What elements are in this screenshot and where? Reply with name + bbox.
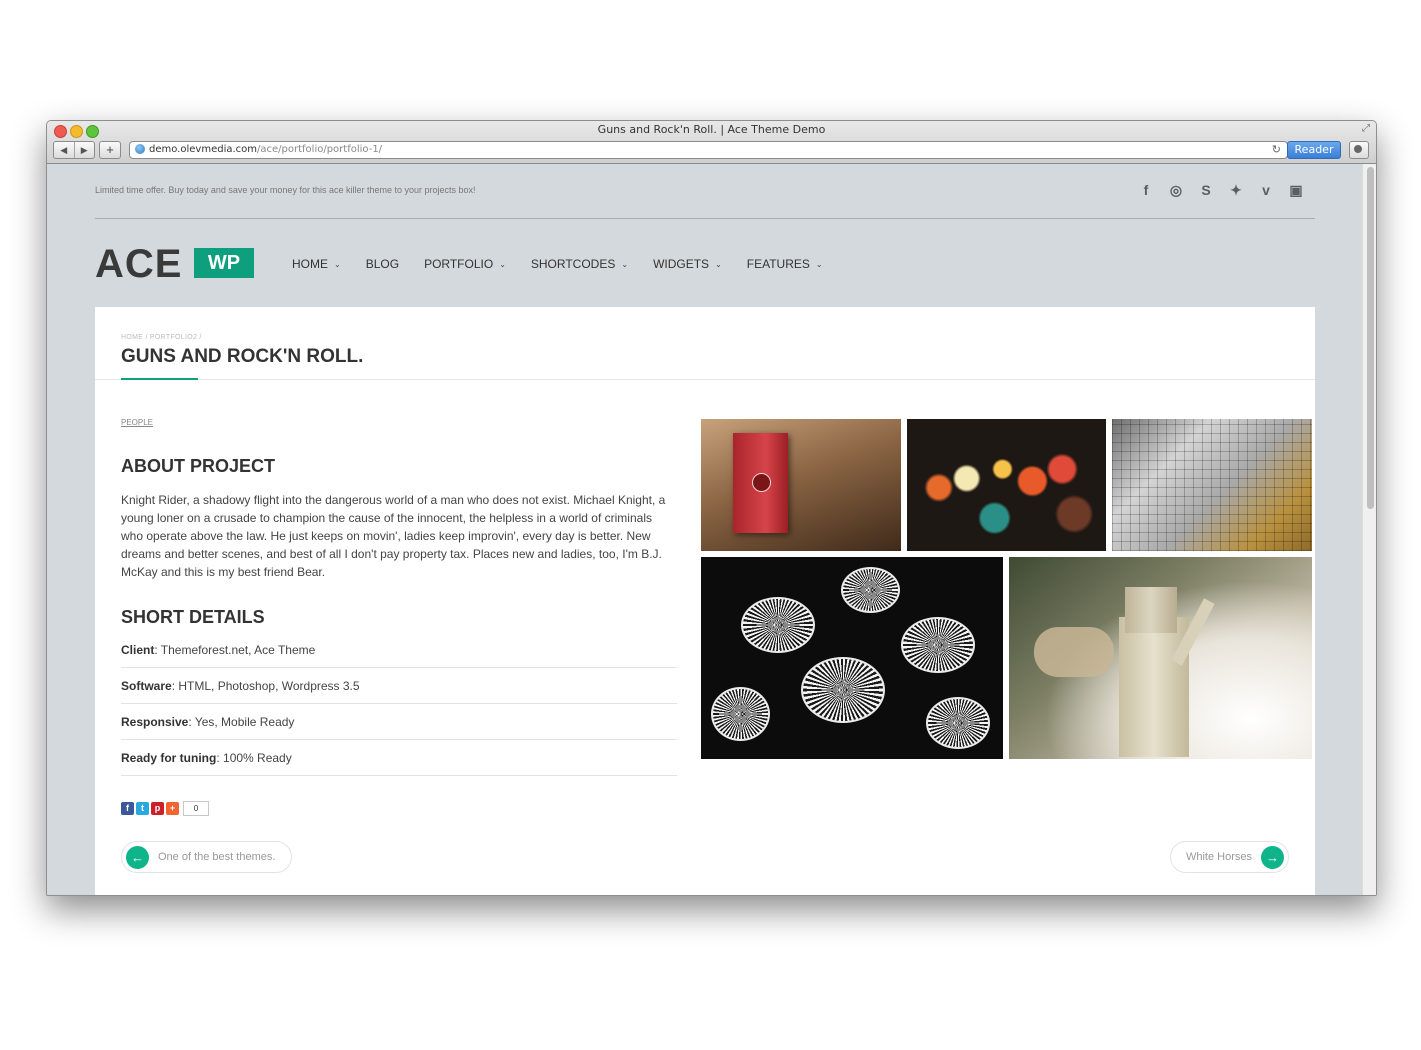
twitter-share-icon[interactable]: t bbox=[136, 802, 149, 815]
url-text: demo.olevmedia.com/ace/portfolio/portfol… bbox=[149, 143, 382, 157]
share-count: 0 bbox=[183, 801, 209, 816]
gallery-image-pixel-face[interactable] bbox=[1112, 419, 1312, 551]
gallery-image-bokeh[interactable] bbox=[907, 419, 1106, 551]
details-heading: SHORT DETAILS bbox=[121, 607, 265, 627]
main-content: HOME / PORTFOLIO2 / GUNS AND ROCK'N ROLL… bbox=[95, 307, 1315, 895]
downloads-icon[interactable] bbox=[1349, 141, 1369, 159]
address-bar[interactable]: demo.olevmedia.com/ace/portfolio/portfol… bbox=[129, 141, 1288, 159]
nav-label: BLOG bbox=[365, 257, 400, 271]
vertical-scrollbar[interactable] bbox=[1362, 164, 1376, 895]
flower-shape bbox=[926, 697, 990, 749]
youtube-icon[interactable]: ▣ bbox=[1287, 181, 1305, 199]
gallery-image-card-box[interactable] bbox=[701, 419, 901, 551]
detail-value: HTML, Photoshop, Wordpress 3.5 bbox=[178, 679, 360, 693]
project-gallery bbox=[701, 419, 1313, 759]
facebook-share-icon[interactable]: f bbox=[121, 802, 134, 815]
promo-text: Limited time offer. Buy today and save y… bbox=[95, 185, 476, 195]
arrow-left-icon: ← bbox=[126, 845, 149, 869]
flower-shape bbox=[741, 597, 815, 653]
nav-item-widgets[interactable]: WIDGETS ⌄ bbox=[653, 257, 722, 271]
nav-item-home[interactable]: HOME ⌄ bbox=[292, 257, 341, 271]
nav-item-blog[interactable]: BLOG bbox=[366, 257, 399, 271]
gallery-image-robot[interactable] bbox=[1009, 557, 1312, 759]
nav-label: HOME bbox=[292, 257, 328, 271]
globe-icon bbox=[135, 144, 145, 154]
dribbble-icon[interactable]: ◎ bbox=[1167, 181, 1185, 199]
category-tag-link[interactable]: PEOPLE bbox=[121, 418, 153, 427]
add-tab-button[interactable]: + bbox=[99, 141, 121, 159]
fullscreen-icon[interactable]: ⤢ bbox=[1362, 123, 1370, 134]
nav-label: WIDGETS bbox=[653, 257, 710, 271]
nav-item-features[interactable]: FEATURES ⌄ bbox=[747, 257, 823, 271]
detail-row-tuning: Ready for tuning: 100% Ready bbox=[121, 740, 677, 776]
url-path: /ace/portfolio/portfolio-1/ bbox=[257, 144, 383, 155]
detail-row-software: Software: HTML, Photoshop, Wordpress 3.5 bbox=[121, 668, 677, 704]
card-box-shape bbox=[733, 433, 788, 533]
flower-shape bbox=[711, 687, 770, 741]
detail-value: Themeforest.net, Ace Theme bbox=[160, 643, 316, 657]
flower-shape bbox=[841, 567, 900, 613]
history-buttons: ◀ ▶ bbox=[53, 141, 95, 159]
chevron-down-icon: ⌄ bbox=[499, 259, 506, 269]
detail-value: 100% Ready bbox=[223, 751, 292, 765]
site-logo[interactable]: ACE bbox=[95, 242, 182, 286]
flower-shape bbox=[801, 657, 885, 723]
detail-row-client: Client: Themeforest.net, Ace Theme bbox=[121, 632, 677, 668]
next-project-button[interactable]: White Horses → bbox=[1169, 841, 1289, 873]
main-nav: HOME ⌄ BLOG PORTFOLIO ⌄ SHORTCODES ⌄ WIDGET… bbox=[292, 257, 848, 271]
next-project-label: White Horses bbox=[1185, 851, 1252, 863]
url-host: demo.olevmedia.com bbox=[149, 144, 258, 155]
detail-value: Yes, Mobile Ready bbox=[194, 715, 295, 729]
back-button[interactable]: ◀ bbox=[54, 142, 74, 158]
share-buttons: f t p + 0 bbox=[121, 801, 209, 816]
logo-badge[interactable]: WP bbox=[194, 248, 254, 278]
nav-label: PORTFOLIO bbox=[424, 257, 494, 271]
detail-label: Ready for tuning bbox=[121, 751, 217, 765]
reload-icon[interactable]: ↻ bbox=[1272, 143, 1281, 157]
nav-item-shortcodes[interactable]: SHORTCODES ⌄ bbox=[531, 257, 628, 271]
page-viewport: Limited time offer. Buy today and save y… bbox=[47, 164, 1376, 895]
about-text: Knight Rider, a shadowy flight into the … bbox=[121, 493, 666, 579]
browser-window: Guns and Rock'n Roll. | Ace Theme Demo ⤢… bbox=[46, 120, 1377, 896]
prev-project-label: One of the best themes. bbox=[158, 851, 276, 863]
flower-shape bbox=[901, 617, 975, 673]
title-divider bbox=[95, 379, 1315, 380]
breadcrumb[interactable]: HOME / PORTFOLIO2 / bbox=[121, 334, 202, 341]
title-accent-line bbox=[121, 378, 198, 380]
scrollbar-thumb[interactable] bbox=[1367, 167, 1374, 509]
about-heading: ABOUT PROJECT bbox=[121, 456, 276, 476]
card-emblem bbox=[752, 473, 771, 492]
robot-shape bbox=[1125, 587, 1177, 633]
forward-button[interactable]: ▶ bbox=[73, 142, 95, 158]
reader-button[interactable]: Reader bbox=[1287, 141, 1341, 159]
topbar-divider bbox=[95, 218, 1315, 219]
vimeo-icon[interactable]: v bbox=[1257, 181, 1275, 199]
robot-shape bbox=[1034, 627, 1114, 677]
page-title: GUNS AND ROCK'N ROLL. bbox=[121, 346, 364, 367]
gallery-image-flowers[interactable] bbox=[701, 557, 1003, 759]
chevron-down-icon: ⌄ bbox=[815, 259, 823, 269]
skype-icon[interactable]: S bbox=[1197, 181, 1215, 199]
pinterest-share-icon[interactable]: p bbox=[151, 802, 164, 815]
detail-row-responsive: Responsive: Yes, Mobile Ready bbox=[121, 704, 677, 740]
browser-toolbar: Guns and Rock'n Roll. | Ace Theme Demo ⤢… bbox=[47, 121, 1376, 164]
detail-label: Client bbox=[121, 643, 155, 657]
nav-label: FEATURES bbox=[746, 257, 810, 271]
more-share-icon[interactable]: + bbox=[166, 802, 179, 815]
twitter-icon[interactable]: ✦ bbox=[1227, 181, 1245, 199]
chevron-down-icon: ⌄ bbox=[621, 259, 629, 269]
chevron-down-icon: ⌄ bbox=[334, 259, 341, 269]
arrow-right-icon: → bbox=[1261, 845, 1284, 869]
detail-label: Software bbox=[121, 679, 172, 693]
robot-shape bbox=[1119, 617, 1189, 757]
window-title: Guns and Rock'n Roll. | Ace Theme Demo bbox=[597, 123, 826, 136]
prev-project-button[interactable]: ← One of the best themes. bbox=[121, 841, 293, 873]
chevron-down-icon: ⌄ bbox=[715, 259, 722, 269]
nav-label: SHORTCODES bbox=[530, 257, 616, 271]
nav-item-portfolio[interactable]: PORTFOLIO ⌄ bbox=[424, 257, 506, 271]
details-list: Client: Themeforest.net, Ace Theme Softw… bbox=[121, 632, 677, 776]
detail-label: Responsive bbox=[121, 715, 189, 729]
social-links: f ◎ S ✦ v ▣ bbox=[1137, 181, 1305, 199]
facebook-icon[interactable]: f bbox=[1137, 181, 1155, 199]
